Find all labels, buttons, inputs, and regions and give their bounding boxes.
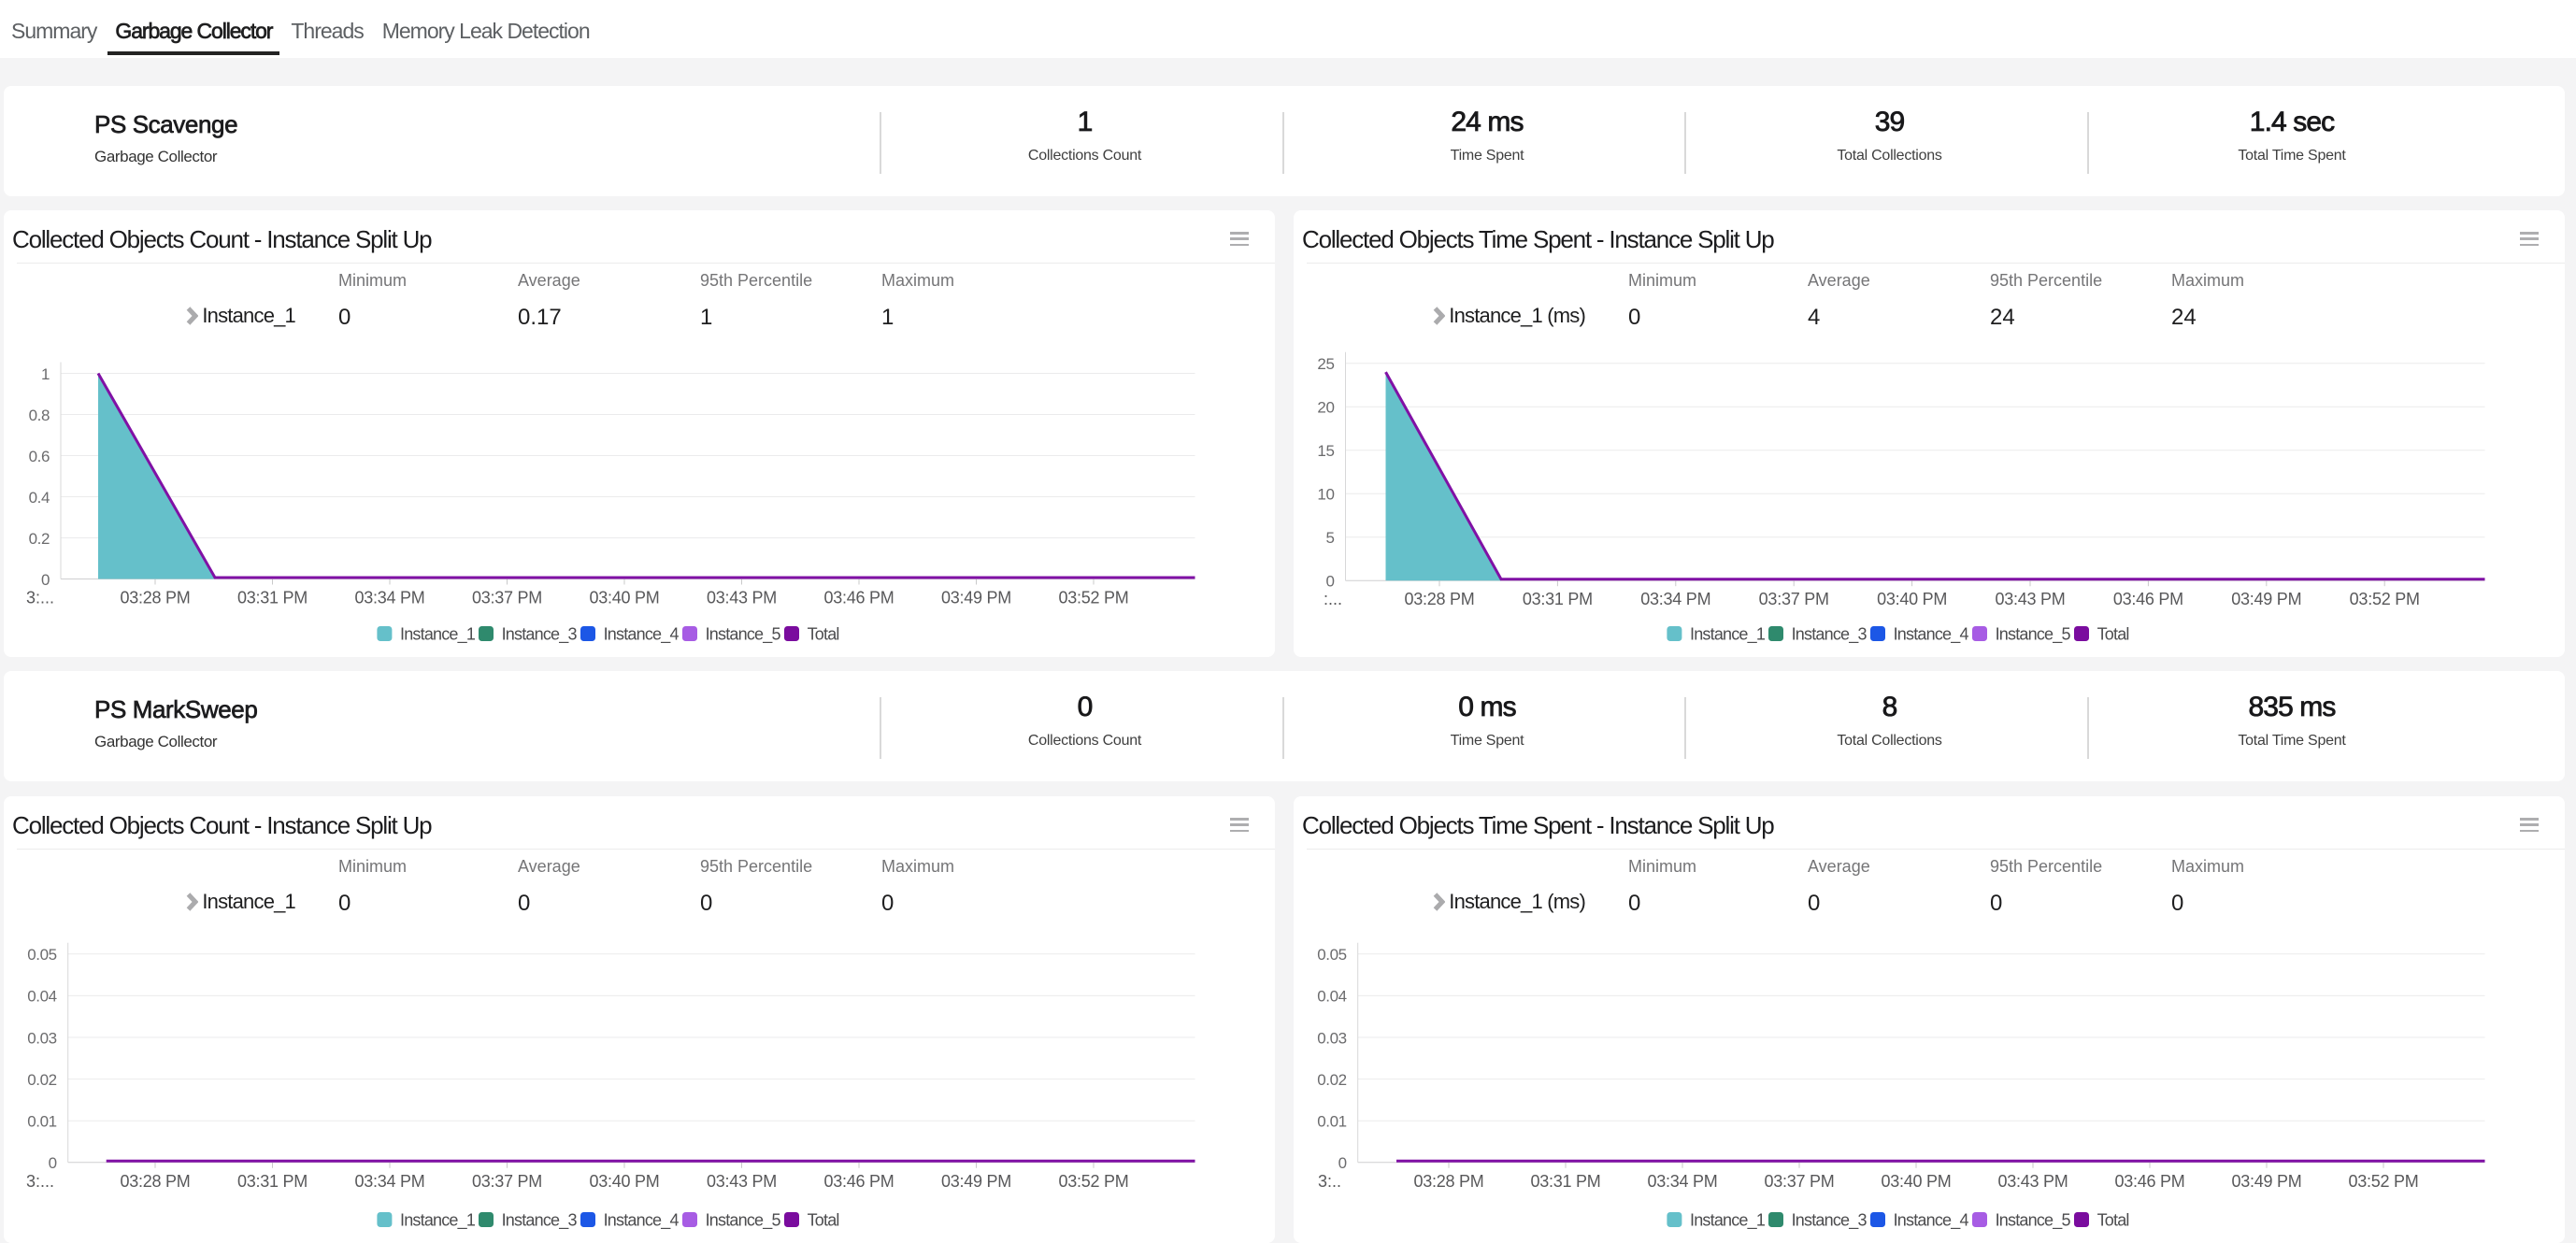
svg-text:Instance_1: Instance_1	[1690, 625, 1766, 645]
svg-text:0.6: 0.6	[29, 448, 50, 465]
svg-text:0.4: 0.4	[29, 489, 50, 507]
svg-text:03:40 PM: 03:40 PM	[589, 589, 659, 607]
svg-text:03:43 PM: 03:43 PM	[707, 1172, 777, 1191]
svg-text:Instance_1: Instance_1	[400, 625, 476, 645]
svg-text:03:28 PM: 03:28 PM	[1413, 1172, 1483, 1191]
svg-text:0: 0	[1325, 573, 1334, 591]
svg-text:03:40 PM: 03:40 PM	[1881, 1172, 1951, 1191]
svg-text:20: 20	[1317, 399, 1334, 417]
svg-text:03:31 PM: 03:31 PM	[1523, 590, 1593, 608]
svg-text:03:28 PM: 03:28 PM	[120, 1172, 190, 1191]
svg-text:03:28 PM: 03:28 PM	[1404, 590, 1474, 608]
svg-text:03:31 PM: 03:31 PM	[237, 1172, 308, 1191]
svg-text:0.04: 0.04	[27, 988, 57, 1006]
svg-text:Instance_5: Instance_5	[706, 1211, 781, 1231]
svg-text:03:49 PM: 03:49 PM	[2231, 1172, 2301, 1191]
svg-text:3:...: 3:...	[26, 589, 54, 607]
svg-text:03:49 PM: 03:49 PM	[2231, 590, 2301, 608]
svg-text:03:43 PM: 03:43 PM	[1997, 1172, 2068, 1191]
svg-text:Instance_5: Instance_5	[1996, 1211, 2071, 1231]
svg-text:Instance_3: Instance_3	[502, 1211, 578, 1231]
svg-text:Instance_1: Instance_1	[1690, 1211, 1766, 1231]
svg-text:03:40 PM: 03:40 PM	[1877, 590, 1947, 608]
svg-text:3:...: 3:...	[26, 1172, 54, 1191]
svg-text:0.01: 0.01	[27, 1113, 57, 1131]
svg-text:25: 25	[1317, 355, 1334, 373]
svg-text:03:43 PM: 03:43 PM	[1995, 590, 2065, 608]
svg-text:03:52 PM: 03:52 PM	[2348, 1172, 2418, 1191]
svg-text:0.2: 0.2	[29, 530, 50, 548]
svg-text:0.04: 0.04	[1317, 988, 1347, 1006]
svg-text:03:28 PM: 03:28 PM	[120, 589, 190, 607]
svg-text:5: 5	[1325, 529, 1334, 547]
svg-text:0: 0	[1338, 1154, 1347, 1172]
svg-text:03:34 PM: 03:34 PM	[354, 589, 424, 607]
svg-text:0: 0	[41, 571, 50, 589]
svg-text:03:31 PM: 03:31 PM	[1530, 1172, 1600, 1191]
svg-text:0.03: 0.03	[1317, 1029, 1347, 1047]
svg-text:Instance_1: Instance_1	[400, 1211, 476, 1231]
svg-text:03:37 PM: 03:37 PM	[472, 589, 542, 607]
svg-text:Total: Total	[808, 1211, 839, 1230]
svg-text:03:46 PM: 03:46 PM	[2114, 1172, 2184, 1191]
svg-text::...: :...	[1324, 590, 1342, 608]
svg-text:03:46 PM: 03:46 PM	[823, 589, 894, 607]
svg-text:03:40 PM: 03:40 PM	[589, 1172, 659, 1191]
svg-text:0.8: 0.8	[29, 407, 50, 424]
svg-text:03:52 PM: 03:52 PM	[2350, 590, 2420, 608]
svg-text:0.01: 0.01	[1317, 1113, 1347, 1131]
svg-text:Instance_3: Instance_3	[502, 625, 578, 645]
svg-text:0.03: 0.03	[27, 1029, 57, 1047]
svg-text:03:43 PM: 03:43 PM	[707, 589, 777, 607]
svg-text:Instance_3: Instance_3	[1792, 625, 1868, 645]
svg-text:03:49 PM: 03:49 PM	[941, 1172, 1011, 1191]
svg-text:03:49 PM: 03:49 PM	[941, 589, 1011, 607]
svg-text:Instance_4: Instance_4	[604, 625, 680, 645]
svg-text:03:37 PM: 03:37 PM	[1759, 590, 1829, 608]
svg-text:03:37 PM: 03:37 PM	[1764, 1172, 1834, 1191]
svg-text:0.02: 0.02	[27, 1071, 57, 1089]
svg-text:15: 15	[1317, 442, 1334, 460]
svg-text:03:34 PM: 03:34 PM	[1640, 590, 1710, 608]
svg-text:03:31 PM: 03:31 PM	[237, 589, 308, 607]
svg-text:03:46 PM: 03:46 PM	[823, 1172, 894, 1191]
svg-text:3:..: 3:..	[1318, 1172, 1341, 1191]
svg-text:Instance_5: Instance_5	[706, 625, 781, 645]
svg-text:Instance_4: Instance_4	[1894, 625, 1969, 645]
svg-text:1: 1	[41, 365, 50, 383]
svg-text:0.05: 0.05	[27, 946, 57, 964]
svg-text:0.05: 0.05	[1317, 946, 1347, 964]
svg-text:Instance_3: Instance_3	[1792, 1211, 1868, 1231]
svg-text:0: 0	[49, 1154, 57, 1172]
svg-text:Instance_5: Instance_5	[1996, 625, 2071, 645]
svg-text:Total: Total	[2097, 625, 2129, 644]
svg-text:03:34 PM: 03:34 PM	[354, 1172, 424, 1191]
svg-text:Instance_4: Instance_4	[604, 1211, 680, 1231]
svg-text:0.02: 0.02	[1317, 1071, 1347, 1089]
svg-text:Total: Total	[2097, 1211, 2129, 1230]
svg-text:03:46 PM: 03:46 PM	[2113, 590, 2183, 608]
svg-text:Total: Total	[808, 625, 839, 644]
svg-text:03:37 PM: 03:37 PM	[472, 1172, 542, 1191]
svg-text:03:34 PM: 03:34 PM	[1647, 1172, 1717, 1191]
svg-text:Instance_4: Instance_4	[1894, 1211, 1969, 1231]
svg-text:03:52 PM: 03:52 PM	[1058, 1172, 1128, 1191]
svg-text:10: 10	[1317, 486, 1334, 504]
svg-text:03:52 PM: 03:52 PM	[1058, 589, 1128, 607]
